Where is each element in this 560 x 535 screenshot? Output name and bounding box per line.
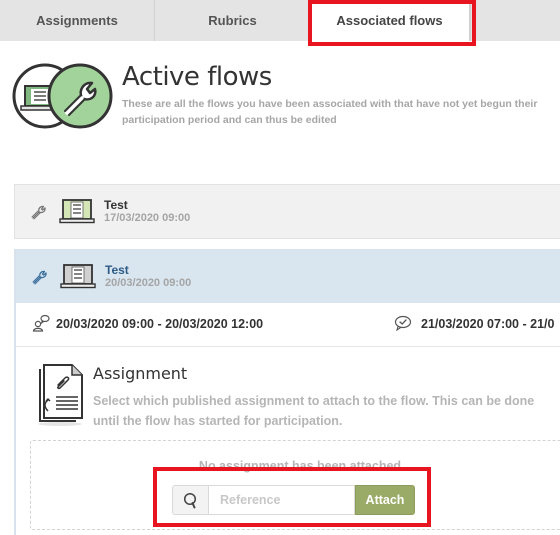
assignment-section-title: Assignment: [93, 364, 188, 383]
page-subtitle: These are all the flows you have been as…: [122, 98, 538, 126]
tab-assignments[interactable]: Assignments: [0, 0, 155, 41]
flow-periods: 20/03/2020 09:00 - 20/03/2020 12:00 21/0…: [16, 303, 560, 347]
tab-bar: Assignments Rubrics Associated flows: [0, 0, 560, 41]
laptop-checklist-icon: [60, 264, 96, 289]
flow-name[interactable]: Test: [105, 263, 129, 277]
flow-card[interactable]: Test 17/03/2020 09:00: [14, 184, 560, 239]
no-assignment-text: No assignment has been attached: [198, 459, 402, 473]
wrench-icon: [31, 205, 46, 220]
review-period: 21/03/2020 07:00 - 21/0: [421, 317, 555, 331]
flow-date: 17/03/2020 09:00: [104, 212, 191, 224]
review-check-bubble-icon: [394, 315, 412, 331]
flow-card-header[interactable]: Test 20/03/2020 09:00: [16, 250, 560, 303]
reference-input[interactable]: [208, 485, 355, 515]
search-icon: [183, 492, 196, 508]
tab-rubrics[interactable]: Rubrics: [155, 0, 310, 41]
flow-date: 20/03/2020 09:00: [105, 277, 192, 289]
laptop-checklist-icon: [59, 199, 95, 224]
search-addon[interactable]: [172, 485, 208, 515]
attach-button[interactable]: Attach: [355, 485, 415, 515]
assignment-search-group: Attach: [172, 485, 415, 515]
assignment-section-description: Select which published assignment to att…: [93, 394, 535, 428]
wrench-icon: [32, 270, 47, 285]
assignment-document-icon: [38, 364, 83, 426]
laptop-and-wrench-icon: [12, 63, 113, 129]
page-title: Active flows: [122, 62, 272, 92]
tab-associated-flows[interactable]: Associated flows: [310, 0, 471, 41]
participant-speech-icon: [32, 314, 50, 332]
flow-name[interactable]: Test: [104, 198, 128, 212]
participation-period: 20/03/2020 09:00 - 20/03/2020 12:00: [56, 317, 264, 331]
